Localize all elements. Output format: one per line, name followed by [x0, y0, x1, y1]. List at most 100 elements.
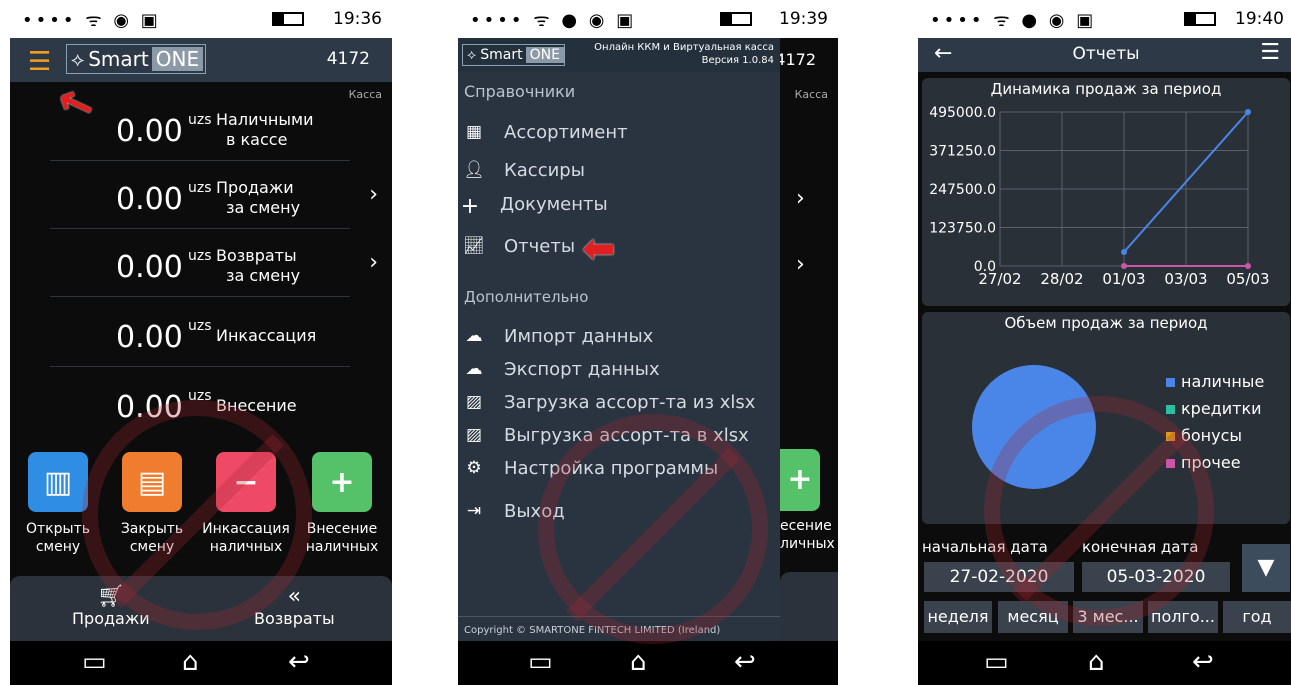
recent-apps-icon[interactable]: ▭ [984, 647, 1009, 677]
version-info: Онлайн ККМ и Виртуальная касса Версия 1.0… [594, 42, 774, 66]
end-date-field[interactable]: 05-03-2020 [1082, 562, 1230, 592]
book-open-icon: ▥ [28, 452, 88, 512]
line-chart-card: Динамика продаж за период 0.0 123750.0 247… [922, 78, 1290, 306]
menu-item-assortment[interactable]: ▦ Ассортимент [458, 120, 780, 150]
battery-icon [1184, 12, 1216, 26]
chevron-right-icon[interactable]: › [369, 250, 378, 275]
kassa-label: Касса [794, 88, 828, 101]
period-3months-button[interactable]: 3 мес... [1073, 601, 1143, 633]
menu-item-import[interactable]: ☁ Импорт данных [458, 324, 780, 354]
line-chart: 0.0123750.0247500.0371250.0495000.027/02… [929, 105, 1269, 288]
logo-one: ONE [151, 47, 204, 71]
store-code: 4172 [326, 49, 370, 69]
back-icon[interactable]: ↩ [288, 647, 310, 677]
period-month-button[interactable]: месяц [998, 601, 1068, 633]
status-time: 19:36 [333, 9, 382, 29]
sales-per-shift-row[interactable]: 0.00 uzs Продажи за смену › [50, 164, 378, 229]
navigation-drawer: ⟡ Smart ONE Онлайн ККМ и Виртуальная кас… [458, 38, 780, 641]
app-bar: ← Отчеты ☰ [918, 38, 1291, 72]
menu-item-reports[interactable]: 📈︎ Отчеты [458, 234, 780, 264]
excel-file-icon: ▨ [465, 425, 483, 445]
plus-icon: + [312, 452, 372, 512]
period-halfyear-button[interactable]: полго... [1148, 601, 1218, 633]
tab-returns[interactable]: « Возвраты [254, 584, 335, 628]
bottom-tab-bar-partial [780, 572, 838, 641]
menu-item-exit[interactable]: ⇥ Выход [458, 499, 780, 529]
x-tick-label: 03/03 [1164, 270, 1207, 288]
chevron-right-icon[interactable]: › [369, 182, 378, 207]
cloud-download-icon: ☁ [465, 326, 483, 346]
logo-mark-icon: ⟡ [467, 47, 477, 63]
start-date-field[interactable]: 27-02-2020 [924, 562, 1074, 592]
menu-item-settings[interactable]: ⚙ Настройка программы [458, 456, 780, 486]
red-arrow-icon: ⬅ [582, 226, 616, 272]
period-year-button[interactable]: год [1223, 601, 1291, 633]
filter-icon[interactable]: ▼ [1242, 544, 1290, 592]
deposit-partial-button[interactable]: + [780, 449, 820, 511]
menu-item-cashiers[interactable]: 👤︎ Кассиры [458, 158, 780, 188]
battery-icon [720, 12, 752, 26]
recent-apps-icon[interactable]: ▭ [528, 647, 553, 677]
store-code: 4172 [775, 50, 816, 69]
recent-apps-icon[interactable]: ▭ [82, 647, 107, 677]
legend-item-other: прочее [1166, 453, 1241, 472]
tab-sales[interactable]: 🛒︎ Продажи [72, 584, 150, 628]
home-icon[interactable]: ⌂ [182, 647, 199, 677]
cash-deposit-button[interactable]: + Внесение наличных [296, 452, 388, 556]
menu-item-unload-xlsx[interactable]: ▨ Выгрузка ассорт-та в xlsx [458, 423, 780, 453]
chevron-right-icon[interactable]: › [796, 252, 805, 277]
chevron-right-icon[interactable]: › [796, 186, 805, 211]
bottom-tab-bar: 🛒︎ Продажи « Возвраты [10, 576, 392, 641]
home-icon[interactable]: ⌂ [1088, 647, 1105, 677]
phone-reports-screen: •••• ᯤ ● ◉ ▣ 19:40 ← Отчеты ☰ Динамика п… [918, 0, 1291, 685]
page-title: Отчеты [1072, 44, 1140, 64]
grid-icon: ▦ [465, 122, 483, 142]
cash-collection-button[interactable]: − Инкассация наличных [200, 452, 292, 556]
battery-icon [272, 12, 304, 26]
close-shift-button[interactable]: ▤ Закрыть смену [106, 452, 198, 556]
returns-per-shift-row[interactable]: 0.00 uzs Возвраты за смену › [50, 232, 378, 297]
status-time: 19:40 [1235, 9, 1284, 29]
logo-mark-icon: ⟡ [71, 47, 85, 71]
hamburger-menu-icon[interactable]: ☰ [1260, 40, 1280, 65]
home-icon[interactable]: ⌂ [630, 647, 647, 677]
open-shift-button[interactable]: ▥ Открыть смену [12, 452, 104, 556]
minus-icon: − [216, 452, 276, 512]
menu-item-export[interactable]: ☁ Экспорт данных [458, 357, 780, 387]
cart-icon: 🛒︎ [96, 584, 125, 609]
y-tick-label: 123750.0 [929, 221, 996, 237]
deposit-row: 0.00 uzs Внесение [116, 388, 297, 425]
legend-item-cash: наличные [1166, 372, 1264, 391]
back-icon[interactable]: ↩ [1192, 647, 1214, 677]
series-point-1 [1245, 263, 1251, 269]
x-tick-label: 28/02 [1040, 270, 1083, 288]
hamburger-menu-icon[interactable]: ☰ [28, 47, 51, 77]
series-point-1 [1121, 263, 1127, 269]
status-icons: •••• ᯤ ● ◉ ▣ [930, 10, 1097, 31]
cash-in-register-row: 0.00 uzs Наличными в кассе [50, 96, 350, 161]
chart-icon: 📈︎ [463, 236, 485, 256]
deposit-partial-label: есение личных [780, 518, 835, 552]
android-nav-bar: ▭ ⌂ ↩ [458, 641, 838, 685]
person-icon: 👤︎ [463, 160, 485, 180]
menu-item-load-xlsx[interactable]: ▨ Загрузка ассорт-та из xlsx [458, 390, 780, 420]
y-tick-label: 371250.0 [929, 144, 996, 160]
smartone-logo: ⟡ Smart ONE [462, 44, 565, 66]
android-nav-bar: ▭ ⌂ ↩ [10, 641, 392, 685]
phone-main-screen: •••• ᯤ ◉ ▣ 19:36 ☰ ⟡ Smart ONE 4172 Касс… [10, 0, 392, 685]
copyright: Copyright © SMARTONE FINTECH LIMITED (Ir… [464, 625, 721, 636]
status-icons: •••• ᯤ ● ◉ ▣ [470, 10, 637, 31]
back-icon[interactable]: ↩ [734, 647, 756, 677]
series-point-0 [1245, 109, 1251, 115]
legend-item-cards: кредитки [1166, 399, 1262, 418]
menu-item-documents[interactable]: + Документы [458, 192, 780, 222]
period-week-button[interactable]: неделя [924, 601, 992, 633]
divider [458, 616, 780, 617]
legend-item-bonuses: бонусы [1166, 426, 1242, 445]
status-bar: •••• ᯤ ◉ ▣ 19:36 [10, 0, 392, 38]
status-bar: •••• ᯤ ● ◉ ▣ 19:39 [458, 0, 838, 38]
pie-chart-card: Объем продаж за период наличные кредитки… [922, 312, 1290, 524]
smartone-logo: ⟡ Smart ONE [66, 44, 207, 74]
book-closed-icon: ▤ [122, 452, 182, 512]
status-icons: •••• ᯤ ◉ ▣ [22, 10, 161, 31]
